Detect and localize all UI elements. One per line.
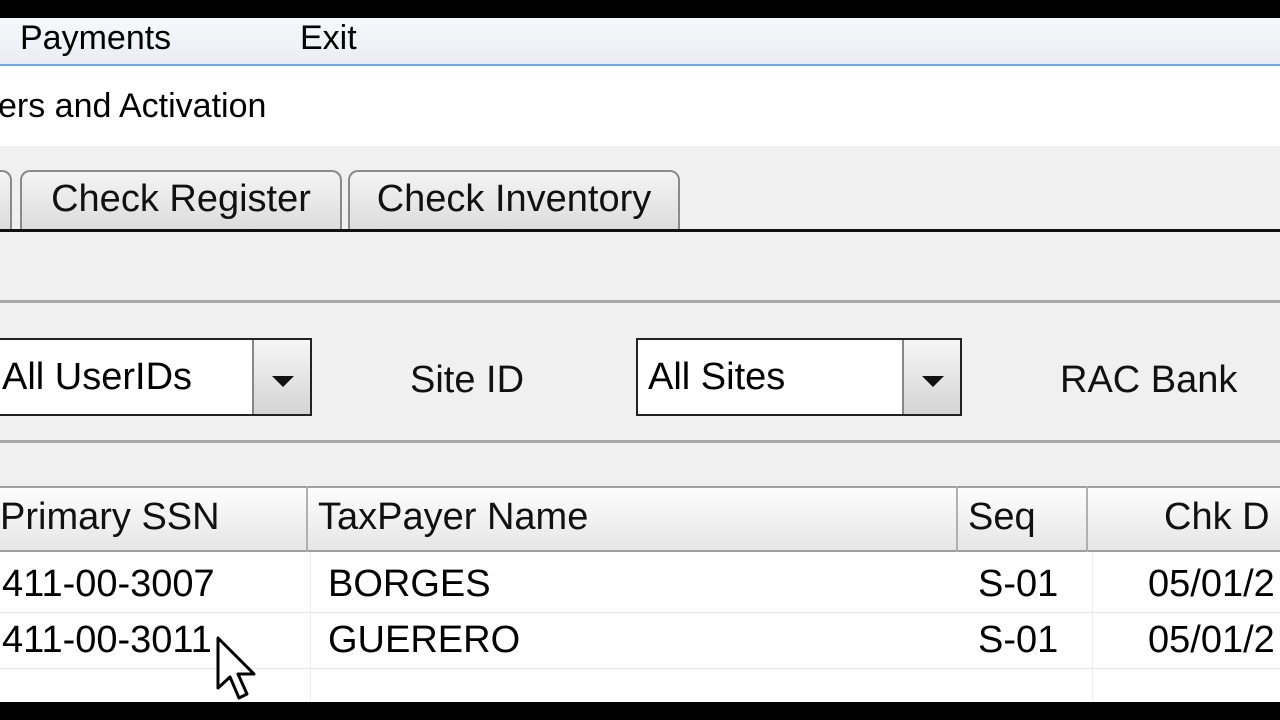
chevron-down-icon	[922, 376, 944, 387]
column-divider[interactable]	[956, 486, 958, 552]
row-separator	[0, 612, 1280, 613]
tab-baseline	[0, 229, 1280, 232]
cell-taxpayer-name: BORGES	[328, 563, 491, 605]
menu-payments[interactable]: Payments	[20, 18, 171, 64]
rac-bank-label: RAC Bank	[1060, 359, 1238, 401]
cell-taxpayer-name: GUERERO	[328, 619, 521, 661]
grid-column-line	[310, 552, 311, 702]
column-header-chk-date[interactable]: Chk D	[1164, 488, 1270, 550]
chevron-down-icon	[272, 376, 294, 387]
row-separator	[0, 668, 1280, 669]
bottom-letterbox	[0, 702, 1280, 720]
column-divider[interactable]	[1086, 486, 1088, 552]
divider	[0, 300, 1280, 303]
column-header-primary-ssn[interactable]: Primary SSN	[0, 488, 220, 550]
tab-check-inventory[interactable]: Check Inventory	[348, 170, 680, 230]
window-title: ers and Activation	[0, 87, 267, 125]
cell-chk-date: 05/01/2	[1148, 619, 1275, 661]
user-id-dropdown-button[interactable]	[252, 340, 310, 414]
grid-header: Primary SSN TaxPayer Name Seq Chk D	[0, 486, 1280, 552]
cell-seq: S-01	[978, 563, 1059, 605]
site-id-label: Site ID	[410, 359, 525, 401]
divider	[0, 440, 1280, 443]
column-header-taxpayer-name[interactable]: TaxPayer Name	[318, 488, 588, 550]
column-header-seq[interactable]: Seq	[968, 488, 1036, 550]
site-id-dropdown-button[interactable]	[902, 340, 960, 414]
top-letterbox	[0, 0, 1280, 18]
menu-exit[interactable]: Exit	[300, 18, 357, 64]
tab-partial[interactable]	[0, 170, 12, 230]
column-divider[interactable]	[306, 486, 308, 552]
cell-chk-date: 05/01/2	[1148, 563, 1275, 605]
cell-seq: S-01	[978, 619, 1059, 661]
cell-primary-ssn: 411-00-3007	[2, 563, 215, 605]
mouse-pointer-icon	[216, 636, 256, 700]
site-id-combo[interactable]: All Sites	[636, 338, 962, 416]
cell-primary-ssn: 411-00-3011	[2, 619, 212, 661]
site-id-combo-value: All Sites	[648, 356, 786, 398]
menu-bar: Payments Exit	[0, 18, 1280, 66]
user-id-combo-value: All UserIDs	[2, 356, 193, 398]
user-id-combo[interactable]: All UserIDs	[0, 338, 312, 416]
grid-column-line	[1092, 552, 1093, 702]
app-window: Payments Exit ers and Activation Check R…	[0, 0, 1280, 720]
tab-check-register[interactable]: Check Register	[20, 170, 342, 230]
